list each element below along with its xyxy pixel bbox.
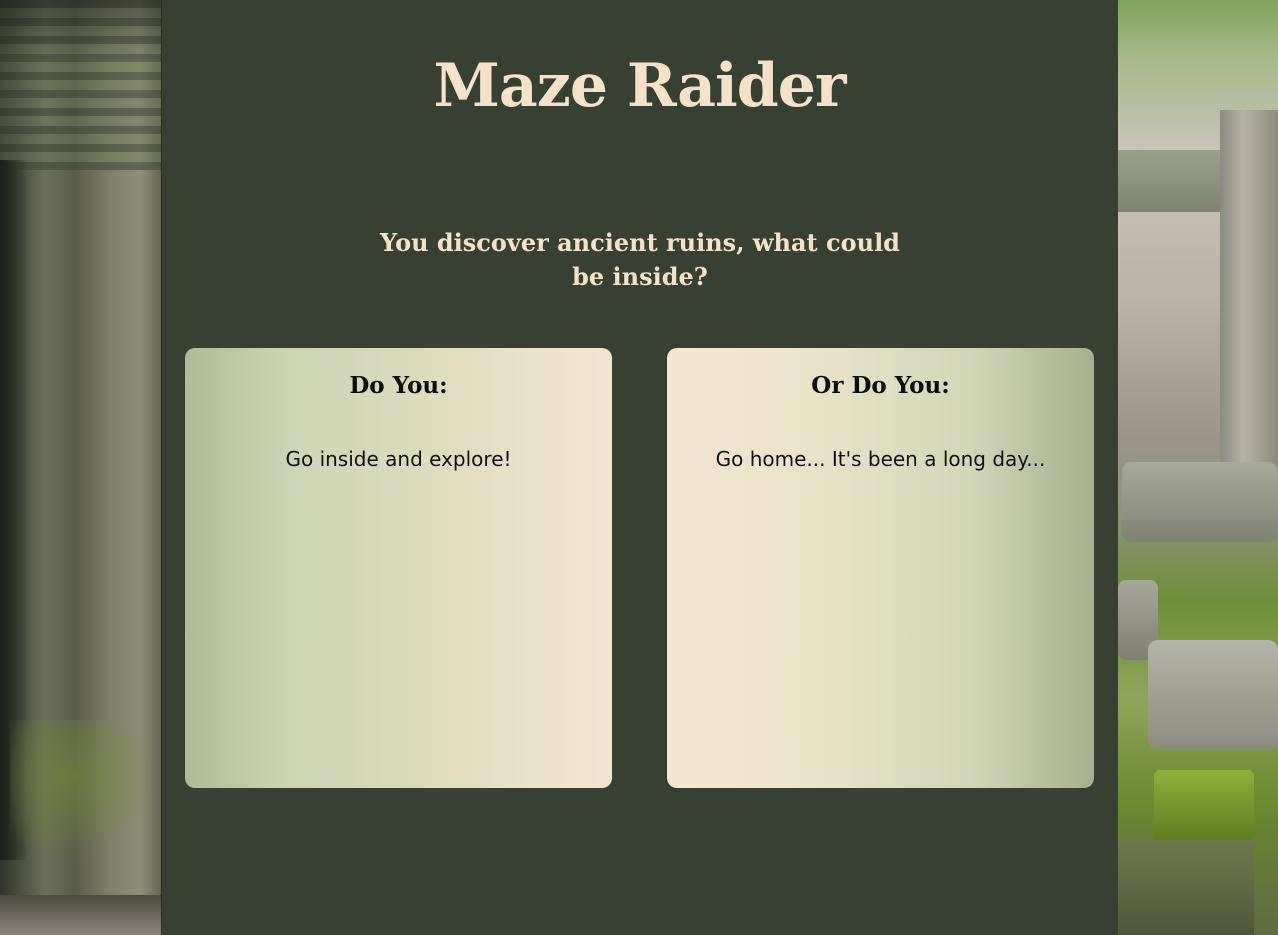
rubble-block <box>1122 462 1278 542</box>
game-title: Maze Raider <box>433 51 846 121</box>
stone-column <box>1220 110 1278 470</box>
stone-lintel <box>1118 150 1228 212</box>
choice-text: Go inside and explore! <box>285 447 512 471</box>
stone-floor <box>0 895 161 935</box>
story-prompt: You discover ancient ruins, what could b… <box>380 228 900 291</box>
choice-heading: Do You: <box>349 372 448 399</box>
choice-card-explore[interactable]: Do You: Go inside and explore! <box>185 348 612 788</box>
ruins-image-left <box>0 0 162 935</box>
choice-heading: Or Do You: <box>811 372 950 399</box>
mossy-block <box>1154 770 1254 840</box>
ruins-image-right <box>1118 0 1278 935</box>
rubble-block <box>1118 840 1254 935</box>
choice-card-go-home[interactable]: Or Do You: Go home... It's been a long d… <box>667 348 1094 788</box>
rubble-block <box>1148 640 1278 750</box>
choice-text: Go home... It's been a long day... <box>715 447 1046 471</box>
moss-patch <box>10 720 160 860</box>
